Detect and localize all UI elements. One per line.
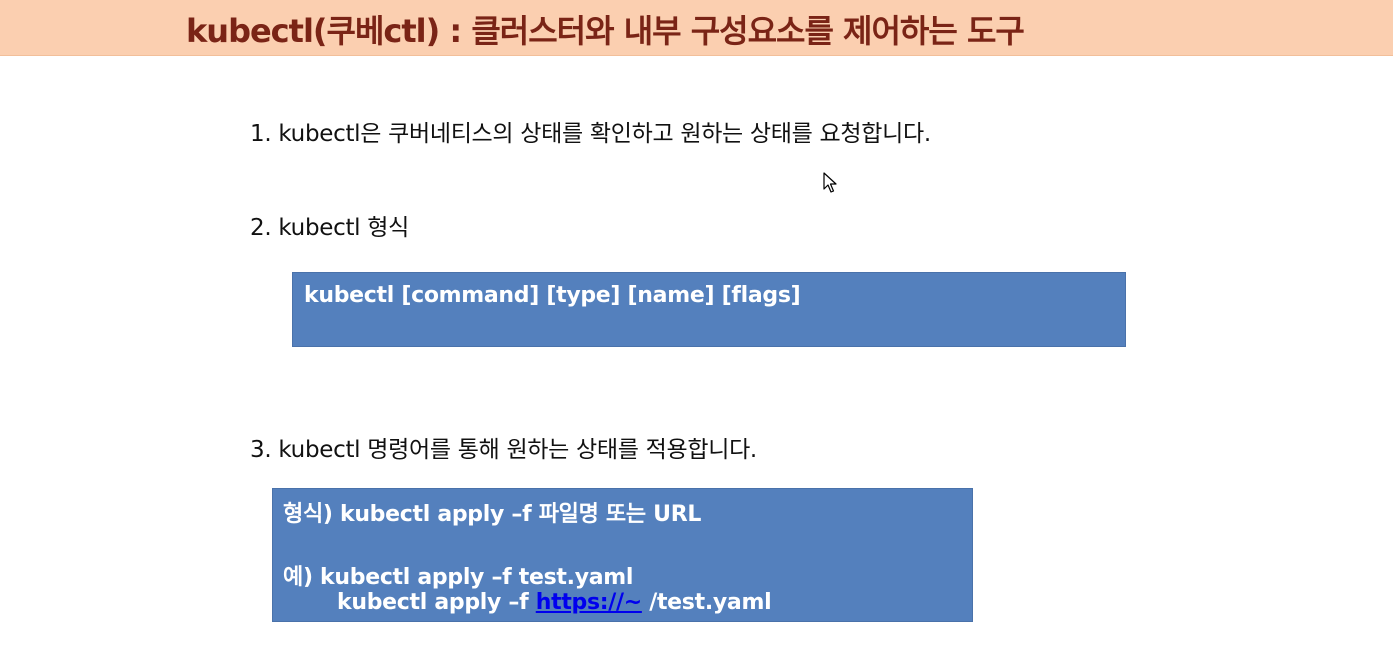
apply-format-line: 형식) kubectl apply –f 파일명 또는 URL (283, 502, 702, 527)
example-url-link[interactable]: https://~ (536, 590, 642, 615)
kubectl-format-syntax: kubectl [command] [type] [name] [flags] (304, 283, 801, 308)
apply-example-line-1: 예) kubectl apply –f test.yaml (283, 565, 634, 590)
item-3-text: 3. kubectl 명령어를 통해 원하는 상태를 적용합니다. (250, 437, 757, 463)
item-2-text: 2. kubectl 형식 (250, 215, 409, 241)
kubectl-apply-box: 형식) kubectl apply –f 파일명 또는 URL 예) kubec… (272, 488, 973, 622)
apply-example-line-2: kubectl apply –f https://~ /test.yaml (337, 590, 772, 615)
kubectl-format-box: kubectl [command] [type] [name] [flags] (292, 272, 1126, 347)
mouse-pointer-icon (823, 172, 837, 193)
apply-example-suffix: /test.yaml (641, 590, 772, 615)
item-1-text: 1. kubectl은 쿠버네티스의 상태를 확인하고 원하는 상태를 요청합니… (250, 121, 931, 147)
title-bar: kubectl(쿠베ctl) : 클러스터와 내부 구성요소를 제어하는 도구 (0, 0, 1393, 56)
slide-title: kubectl(쿠베ctl) : 클러스터와 내부 구성요소를 제어하는 도구 (186, 12, 1025, 50)
apply-example-prefix: kubectl apply –f (337, 590, 536, 615)
